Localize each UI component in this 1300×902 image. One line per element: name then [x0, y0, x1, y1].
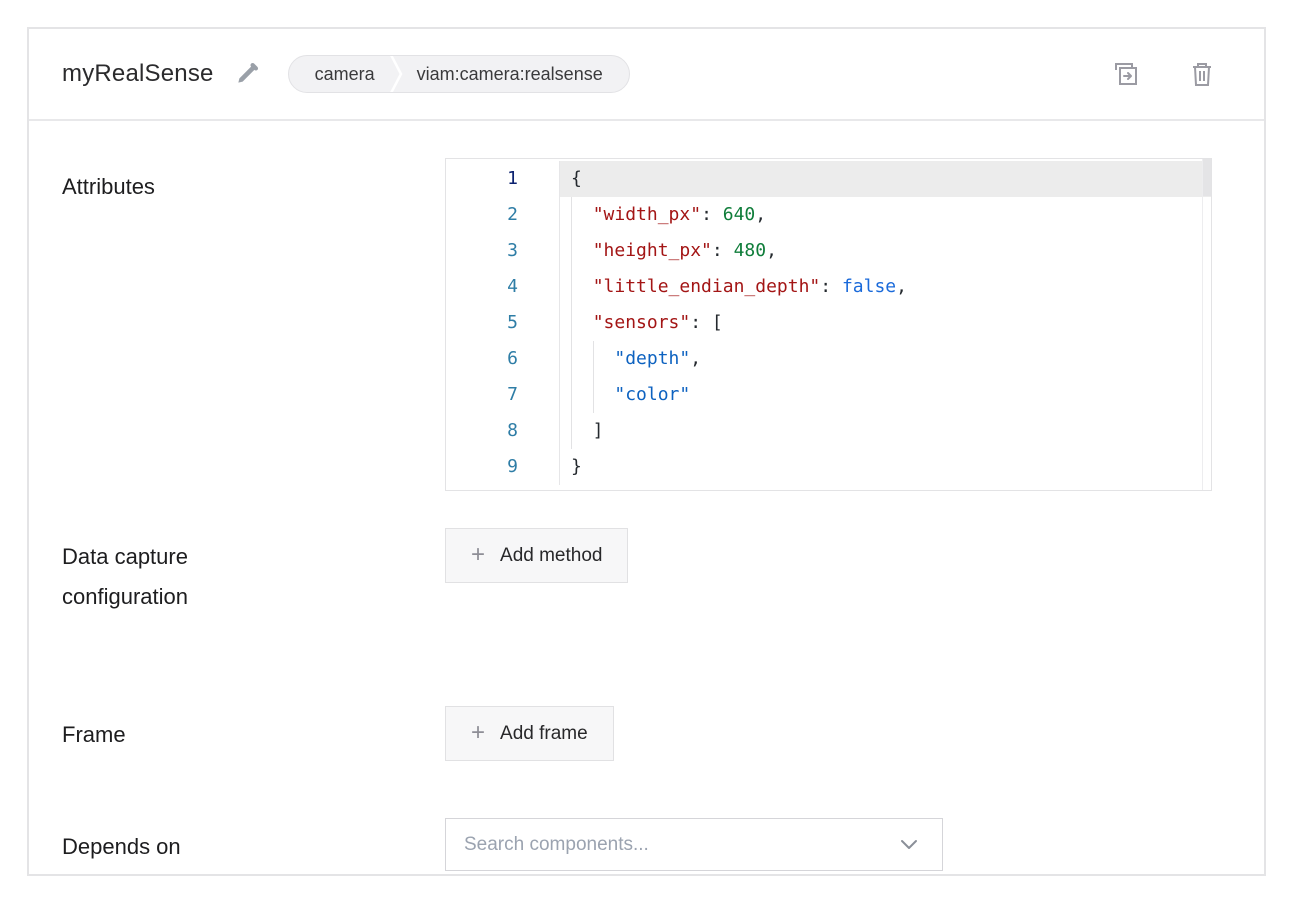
attributes-code-editor[interactable]: 1{2 "width_px": 640,3 "height_px": 480,4…	[445, 158, 1212, 491]
code-line-content: "sensors": [	[560, 305, 1211, 341]
pencil-icon	[234, 61, 260, 87]
code-line[interactable]: 4 "little_endian_depth": false,	[446, 269, 1211, 305]
frame-row: Frame + Add frame	[62, 706, 1264, 761]
add-method-button[interactable]: + Add method	[445, 528, 628, 583]
code-line[interactable]: 7 "color"	[446, 377, 1211, 413]
line-number: 5	[446, 305, 560, 341]
code-line[interactable]: 1{	[446, 161, 1211, 197]
line-number: 6	[446, 341, 560, 377]
component-type-badge: camera viam:camera:realsense	[288, 55, 630, 93]
code-line[interactable]: 9}	[446, 449, 1211, 485]
code-line-content: "height_px": 480,	[560, 233, 1211, 269]
component-body: Attributes 1{2 "width_px": 640,3 "height…	[29, 158, 1264, 871]
code-line[interactable]: 5 "sensors": [	[446, 305, 1211, 341]
code-line-content: "color"	[560, 377, 1211, 413]
breadcrumb-chevron-icon	[389, 55, 403, 93]
frame-label: Frame	[62, 706, 445, 755]
editor-scrollbar[interactable]	[1202, 159, 1211, 490]
line-number: 9	[446, 449, 560, 485]
code-line-content: ]	[560, 413, 1211, 449]
code-line[interactable]: 6 "depth",	[446, 341, 1211, 377]
duplicate-icon	[1112, 60, 1140, 88]
add-frame-button[interactable]: + Add frame	[445, 706, 614, 761]
line-number: 7	[446, 377, 560, 413]
depends-on-label: Depends on	[62, 818, 445, 867]
code-line[interactable]: 3 "height_px": 480,	[446, 233, 1211, 269]
data-capture-row: Data capture configuration + Add method	[62, 528, 1264, 617]
depends-on-row: Depends on	[62, 818, 1264, 871]
depends-on-select[interactable]	[445, 818, 943, 871]
code-line-content: "little_endian_depth": false,	[560, 269, 1211, 305]
component-model: viam:camera:realsense	[417, 64, 603, 85]
code-line-content: {	[560, 161, 1211, 197]
component-type: camera	[315, 64, 375, 85]
line-number: 1	[446, 161, 560, 197]
line-number: 8	[446, 413, 560, 449]
header-actions	[1112, 60, 1214, 88]
component-name: myRealSense	[62, 60, 214, 88]
attributes-row: Attributes 1{2 "width_px": 640,3 "height…	[62, 158, 1264, 491]
delete-button[interactable]	[1190, 61, 1214, 87]
component-config-card: myRealSense camera viam:camera:realsense	[27, 27, 1266, 876]
data-capture-label: Data capture configuration	[62, 528, 445, 617]
line-number: 4	[446, 269, 560, 305]
code-line-content: "width_px": 640,	[560, 197, 1211, 233]
search-components-input[interactable]	[446, 819, 942, 870]
code-line[interactable]: 8 ]	[446, 413, 1211, 449]
plus-icon: +	[471, 721, 485, 745]
scrollbar-active-mark	[1203, 159, 1211, 196]
attributes-label: Attributes	[62, 158, 445, 207]
trash-icon	[1190, 61, 1214, 87]
code-line[interactable]: 2 "width_px": 640,	[446, 197, 1211, 233]
code-lines: 1{2 "width_px": 640,3 "height_px": 480,4…	[446, 161, 1211, 485]
component-header: myRealSense camera viam:camera:realsense	[29, 29, 1264, 121]
code-line-content: "depth",	[560, 341, 1211, 377]
line-number: 3	[446, 233, 560, 269]
edit-name-button[interactable]	[234, 61, 260, 87]
code-line-content: }	[560, 449, 1211, 485]
duplicate-button[interactable]	[1112, 60, 1140, 88]
line-number: 2	[446, 197, 560, 233]
plus-icon: +	[471, 543, 485, 567]
